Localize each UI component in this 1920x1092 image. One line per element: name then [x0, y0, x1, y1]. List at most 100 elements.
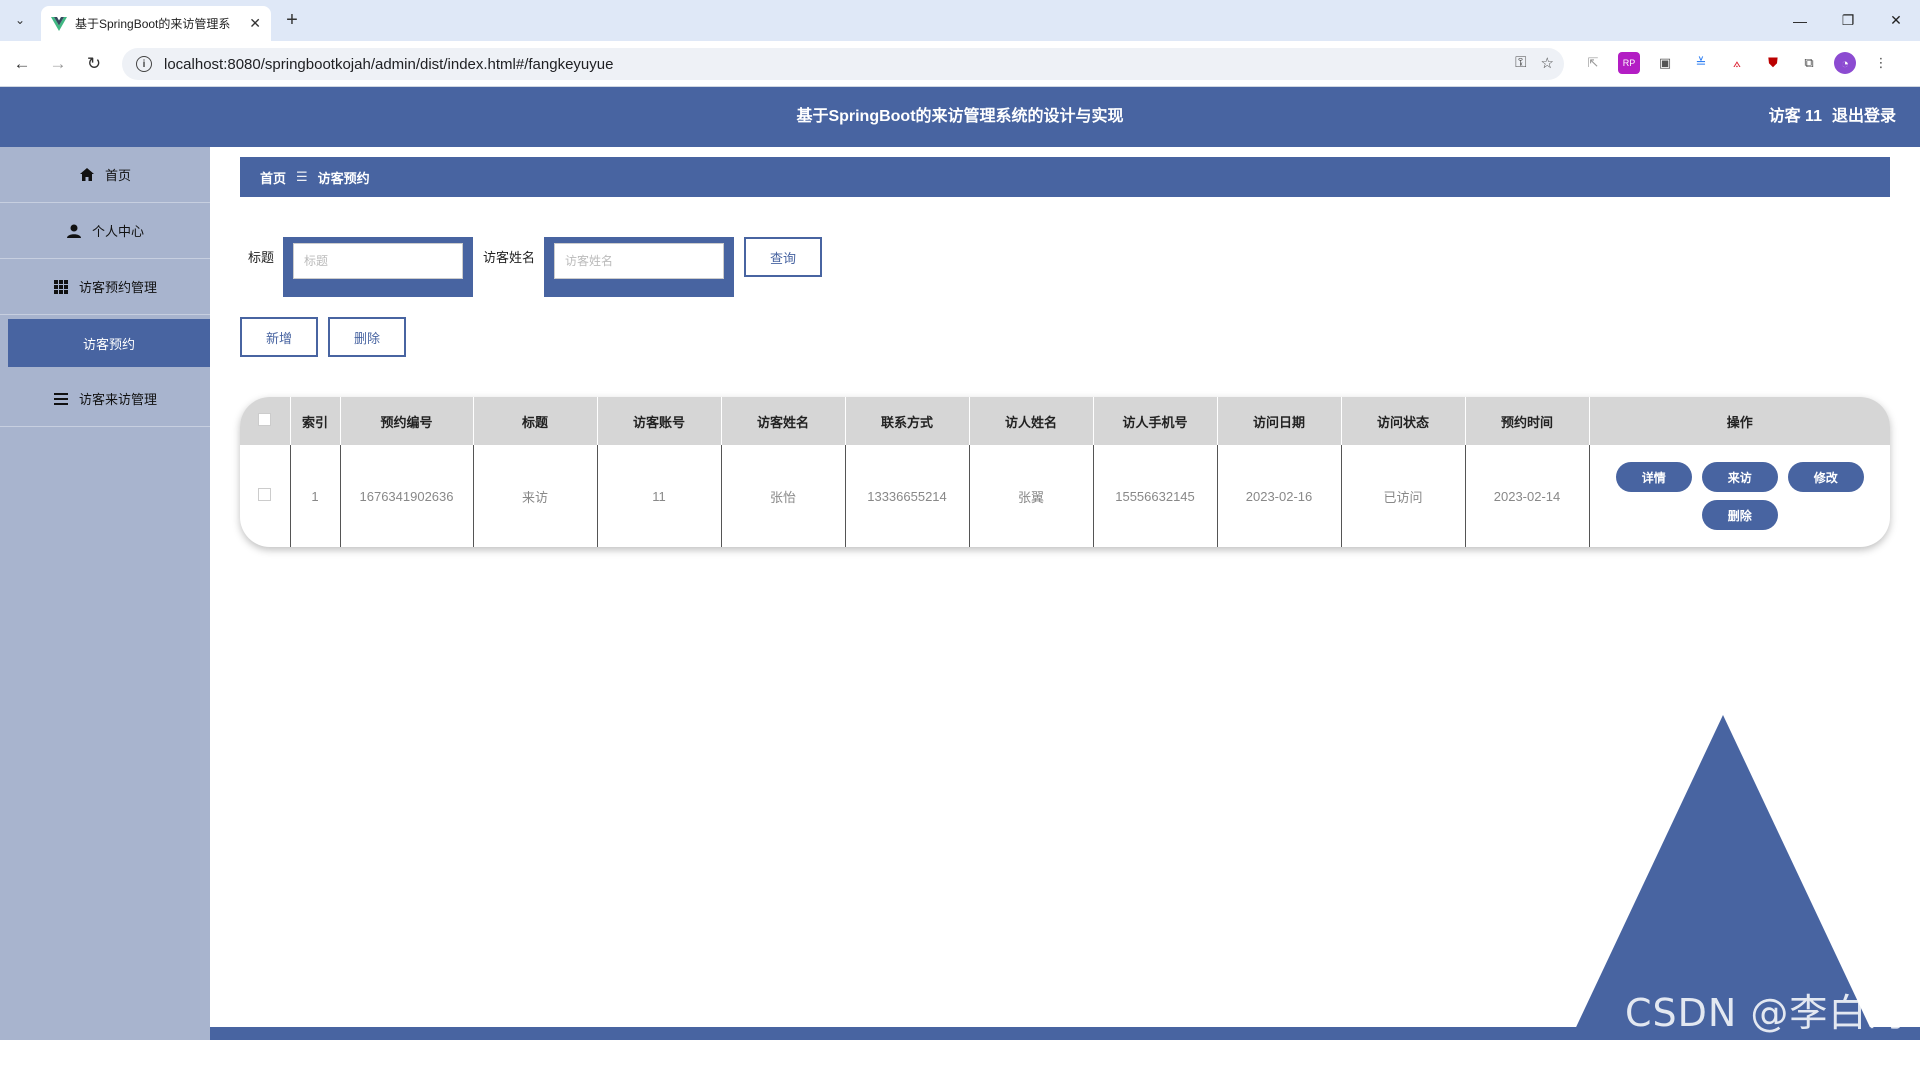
row-select-cell — [240, 445, 291, 547]
sidebar-item-visit-management[interactable]: 访客来访管理 — [0, 371, 210, 427]
password-key-icon[interactable]: ⚿ — [1515, 54, 1526, 72]
visit-button[interactable]: 来访 — [1701, 462, 1778, 492]
breadcrumb-current: 访客预约 — [317, 170, 370, 186]
table-header-row: 索引 预约编号 标题 访客账号 访客姓名 联系方式 访人姓名 访人手机号 访问日… — [240, 397, 1890, 445]
home-icon — [79, 167, 95, 183]
booking-table-card: 索引 预约编号 标题 访客账号 访客姓名 联系方式 访人姓名 访人手机号 访问日… — [240, 397, 1890, 547]
grid-icon — [53, 279, 69, 295]
browser-tab-bar: ⌄ 基于SpringBoot的来访管理系 ✕ + — ❐ ✕ — [0, 0, 1920, 41]
tab-close-icon[interactable]: ✕ — [249, 15, 261, 32]
title-input-wrap — [283, 237, 474, 297]
minimize-icon[interactable]: — — [1776, 0, 1824, 41]
cell-host-name: 张翼 — [969, 445, 1094, 547]
address-bar[interactable]: i localhost:8080/springbootkojah/admin/d… — [122, 48, 1564, 80]
visitor-name-search-input[interactable] — [554, 243, 725, 279]
cell-visitor-name: 张怡 — [721, 445, 846, 547]
app-title: 基于SpringBoot的来访管理系统的设计与实现 — [796, 108, 1124, 125]
batch-delete-button[interactable]: 删除 — [328, 317, 406, 357]
window-controls: — ❐ ✕ — [1776, 0, 1920, 41]
user-icon — [66, 223, 82, 239]
site-info-icon[interactable]: i — [136, 56, 152, 72]
search-form: 标题 访客姓名 查询 — [248, 237, 823, 297]
column-header: 操作 — [1589, 397, 1890, 445]
purple-extension-icon[interactable]: RP — [1618, 52, 1640, 74]
title-label: 标题 — [248, 250, 275, 265]
edit-button[interactable]: 修改 — [1787, 462, 1864, 492]
table-row: 1 1676341902636 来访 11 张怡 13336655214 张翼 … — [240, 445, 1890, 547]
column-header: 联系方式 — [845, 397, 970, 445]
bookmark-star-icon[interactable]: ☆ — [1541, 54, 1554, 72]
gamepad-extension-icon[interactable]: ▣ — [1654, 52, 1676, 74]
user-area: 访客 11 退出登录 — [1769, 87, 1896, 147]
sidebar-item-label: 个人中心 — [91, 224, 144, 239]
title-search-input[interactable] — [293, 243, 464, 279]
column-header: 预约时间 — [1465, 397, 1590, 445]
row-delete-button[interactable]: 删除 — [1701, 500, 1778, 530]
cell-contact: 13336655214 — [845, 445, 970, 547]
column-header: 标题 — [473, 397, 598, 445]
cell-booking-time: 2023-02-14 — [1465, 445, 1590, 547]
profile-avatar-icon[interactable]: ◔ — [1834, 52, 1856, 74]
restore-icon[interactable]: ❐ — [1824, 0, 1872, 41]
tab-title: 基于SpringBoot的来访管理系 — [75, 17, 231, 31]
column-header: 访人姓名 — [969, 397, 1094, 445]
breadcrumb-home[interactable]: 首页 — [260, 168, 286, 187]
logout-link[interactable]: 退出登录 — [1832, 87, 1896, 147]
browser-toolbar: ← → ↻ i localhost:8080/springbootkojah/a… — [0, 41, 1920, 87]
booking-table: 索引 预约编号 标题 访客账号 访客姓名 联系方式 访人姓名 访人手机号 访问日… — [240, 397, 1890, 547]
sidebar: 首页 个人中心 访客预约管理 访客预约 访客来访管理 — [0, 147, 210, 1040]
sidebar-item-label: 访客预约管理 — [78, 280, 157, 295]
column-header: 访问日期 — [1217, 397, 1342, 445]
reload-icon[interactable]: ↻ — [82, 52, 106, 76]
cell-operations: 详情 来访 修改 删除 — [1589, 445, 1890, 547]
watermark-text: CSDN @李白的粉 — [1625, 991, 1907, 1090]
new-tab-plus-icon[interactable]: + — [280, 8, 304, 32]
column-header: 访人手机号 — [1093, 397, 1218, 445]
window-close-icon[interactable]: ✕ — [1872, 0, 1920, 41]
chevrons-extension-icon[interactable]: ≚ — [1690, 52, 1712, 74]
sidebar-item-home[interactable]: 首页 — [0, 147, 210, 203]
cell-booking-no: 1676341902636 — [340, 445, 474, 547]
current-user: 访客 11 — [1768, 108, 1822, 125]
select-all-checkbox[interactable] — [258, 413, 272, 426]
sidebar-item-label: 访客预约 — [82, 336, 135, 352]
extensions-puzzle-icon[interactable]: ⧉ — [1798, 52, 1820, 74]
name-input-wrap — [544, 237, 735, 297]
cell-title: 来访 — [473, 445, 598, 547]
extensions-area: ⇱ RP ▣ ≚ ⟑ ⛊ ⧉ ◔ ⋮ — [1582, 52, 1892, 74]
cursor-extension-icon[interactable]: ⇱ — [1582, 52, 1604, 74]
cell-host-phone: 15556632145 — [1093, 445, 1218, 547]
detail-button[interactable]: 详情 — [1615, 462, 1692, 492]
url-text: localhost:8080/springbootkojah/admin/dis… — [164, 55, 614, 73]
cell-visit-date: 2023-02-16 — [1217, 445, 1342, 547]
cell-index: 1 — [290, 445, 341, 547]
visitor-name-label: 访客姓名 — [483, 250, 536, 265]
forward-arrow-icon[interactable]: → — [46, 52, 70, 76]
back-arrow-icon[interactable]: ← — [10, 52, 34, 76]
list-icon — [53, 391, 69, 407]
column-header: 索引 — [290, 397, 341, 445]
app-header: 基于SpringBoot的来访管理系统的设计与实现 访客 11 退出登录 — [0, 87, 1920, 147]
breadcrumb: 首页 ☰ 访客预约 — [240, 157, 1890, 197]
browser-tab[interactable]: 基于SpringBoot的来访管理系 ✕ — [41, 6, 271, 41]
sidebar-item-booking[interactable]: 访客预约 — [8, 319, 210, 367]
sidebar-item-booking-management[interactable]: 访客预约管理 — [0, 259, 210, 315]
badge-extension-icon[interactable]: ⛊ — [1762, 52, 1784, 74]
cell-account: 11 — [597, 445, 722, 547]
add-button[interactable]: 新增 — [240, 317, 318, 357]
column-header: 访客姓名 — [721, 397, 846, 445]
row-checkbox[interactable] — [258, 488, 272, 501]
column-header: 访客账号 — [597, 397, 722, 445]
cell-status: 已访问 — [1341, 445, 1466, 547]
sidebar-item-label: 首页 — [104, 168, 131, 183]
breadcrumb-separator-icon: ☰ — [296, 169, 308, 184]
tab-list-chevron-icon[interactable]: ⌄ — [8, 8, 32, 32]
vue-favicon-icon — [51, 16, 67, 32]
column-header: 访问状态 — [1341, 397, 1466, 445]
sidebar-item-profile[interactable]: 个人中心 — [0, 203, 210, 259]
red-extension-icon[interactable]: ⟑ — [1726, 52, 1748, 74]
column-header: 预约编号 — [340, 397, 474, 445]
menu-kebab-icon[interactable]: ⋮ — [1870, 52, 1892, 74]
query-button[interactable]: 查询 — [744, 237, 823, 277]
action-buttons: 新增 删除 — [240, 317, 406, 357]
